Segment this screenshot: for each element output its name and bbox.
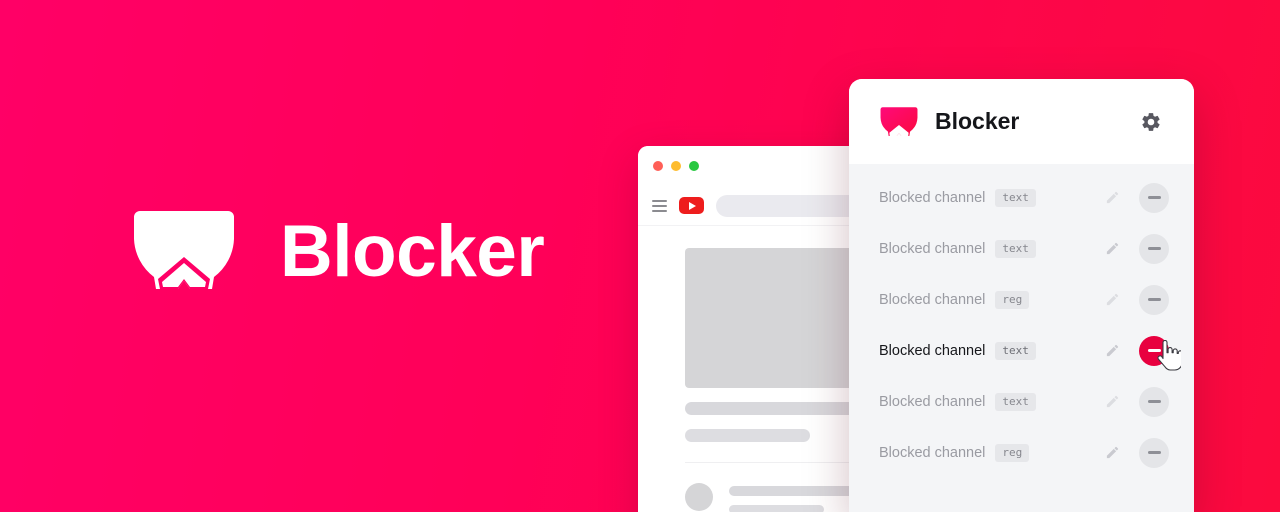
channel-name: Blocked channel — [879, 291, 986, 308]
channel-name: Blocked channel — [879, 189, 986, 206]
list-item[interactable]: Blocked channel reg — [849, 427, 1194, 478]
minus-icon — [1147, 349, 1161, 352]
minus-icon — [1147, 247, 1161, 250]
channel-name: Blocked channel — [879, 393, 986, 410]
pencil-icon[interactable] — [1099, 389, 1125, 415]
status-badge: text — [995, 239, 1036, 258]
list-item[interactable]: Blocked channel text — [849, 376, 1194, 427]
status-badge: reg — [995, 290, 1030, 309]
remove-button[interactable] — [1139, 386, 1169, 417]
list-item-active[interactable]: Blocked channel text — [849, 325, 1194, 376]
minus-icon — [1147, 400, 1161, 403]
status-badge: reg — [995, 443, 1030, 462]
channel-name: Blocked channel — [879, 240, 986, 257]
brand-lockup: Blocker — [130, 205, 545, 297]
maximize-dot[interactable] — [689, 161, 699, 171]
remove-button[interactable] — [1139, 182, 1169, 213]
pencil-icon[interactable] — [1099, 185, 1125, 211]
brand-name: Blocker — [280, 210, 545, 292]
list-item[interactable]: Blocked channel text — [849, 223, 1194, 274]
pencil-icon[interactable] — [1099, 236, 1125, 262]
pencil-icon[interactable] — [1099, 440, 1125, 466]
channel-name: Blocked channel — [879, 342, 986, 359]
minus-icon — [1147, 196, 1161, 199]
remove-button[interactable] — [1139, 284, 1169, 315]
blocked-channel-list: Blocked channel text Blocked channel tex… — [849, 164, 1194, 512]
panel-title: Blocker — [935, 108, 1020, 134]
minus-icon — [1147, 451, 1161, 454]
minimize-dot[interactable] — [671, 161, 681, 171]
extension-popup-panel: Blocker Blocked channel text Blocked cha… — [849, 79, 1194, 512]
hamburger-icon[interactable] — [652, 199, 667, 212]
status-badge: text — [995, 392, 1036, 411]
remove-button-active[interactable] — [1139, 335, 1169, 366]
minus-icon — [1147, 298, 1161, 301]
blocker-mask-logo — [134, 211, 234, 289]
avatar — [685, 483, 713, 511]
blocker-mask-logo — [880, 106, 918, 136]
remove-button[interactable] — [1139, 437, 1169, 468]
pencil-icon[interactable] — [1099, 338, 1125, 364]
meta-line-2 — [729, 505, 824, 512]
list-item[interactable]: Blocked channel text — [849, 172, 1194, 223]
youtube-play-icon[interactable] — [679, 197, 704, 214]
close-dot[interactable] — [653, 161, 663, 171]
status-badge: text — [995, 188, 1036, 207]
subtitle-line-placeholder — [685, 429, 810, 442]
panel-header: Blocker — [849, 79, 1194, 164]
channel-name: Blocked channel — [879, 444, 986, 461]
status-badge: text — [995, 341, 1036, 360]
list-item[interactable]: Blocked channel reg — [849, 274, 1194, 325]
pencil-icon[interactable] — [1099, 287, 1125, 313]
remove-button[interactable] — [1139, 233, 1169, 264]
gear-icon[interactable] — [1136, 107, 1166, 137]
